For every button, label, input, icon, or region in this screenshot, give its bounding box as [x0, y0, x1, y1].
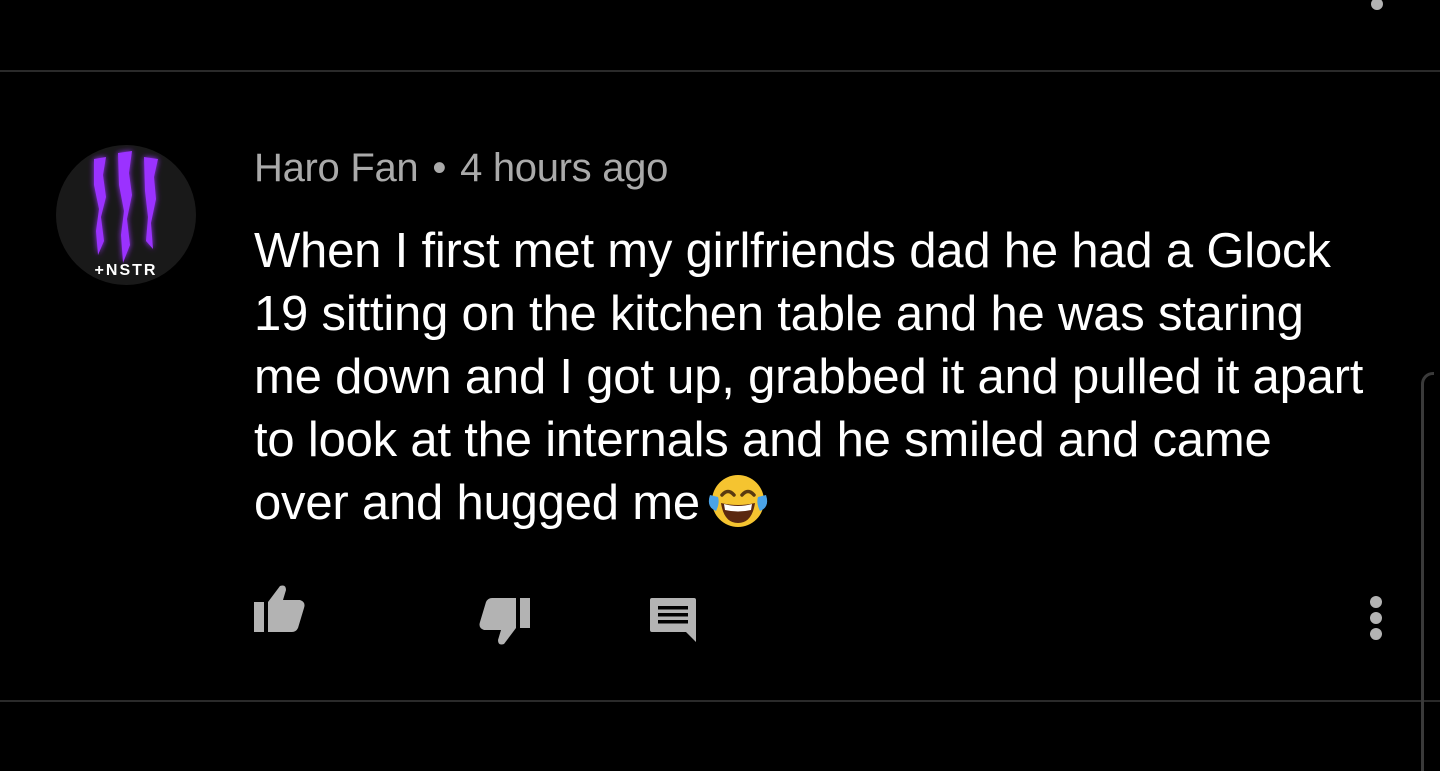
face-with-tears-of-joy-icon	[708, 473, 768, 545]
comment-actions	[0, 582, 1440, 652]
meta-separator: •	[432, 146, 447, 190]
author-name[interactable]: Haro Fan	[254, 146, 419, 190]
comment-meta: Haro Fan • 4 hours ago	[254, 146, 668, 191]
avatar[interactable]: +NSTR	[56, 145, 196, 285]
comment-divider-bottom	[0, 700, 1440, 702]
more-vertical-icon[interactable]	[1368, 594, 1384, 642]
thumbs-up-icon[interactable]	[252, 582, 308, 634]
thumbs-down-icon[interactable]	[478, 0, 528, 15]
reply-comment-icon[interactable]	[648, 0, 698, 15]
more-vertical-icon[interactable]	[1370, 0, 1384, 10]
comment-body: When I first met my girlfriends dad he h…	[254, 220, 1374, 545]
svg-text:+NSTR: +NSTR	[95, 262, 158, 279]
comment-divider-top	[0, 70, 1440, 72]
scroll-indicator[interactable]	[1421, 372, 1434, 771]
comment-text: When I first met my girlfriends dad he h…	[254, 224, 1364, 530]
comment-timestamp[interactable]: 4 hours ago	[460, 146, 668, 190]
thumbs-down-icon[interactable]	[476, 596, 532, 648]
monster-energy-logo-icon: +NSTR	[94, 151, 158, 279]
reply-comment-icon[interactable]	[648, 596, 698, 644]
